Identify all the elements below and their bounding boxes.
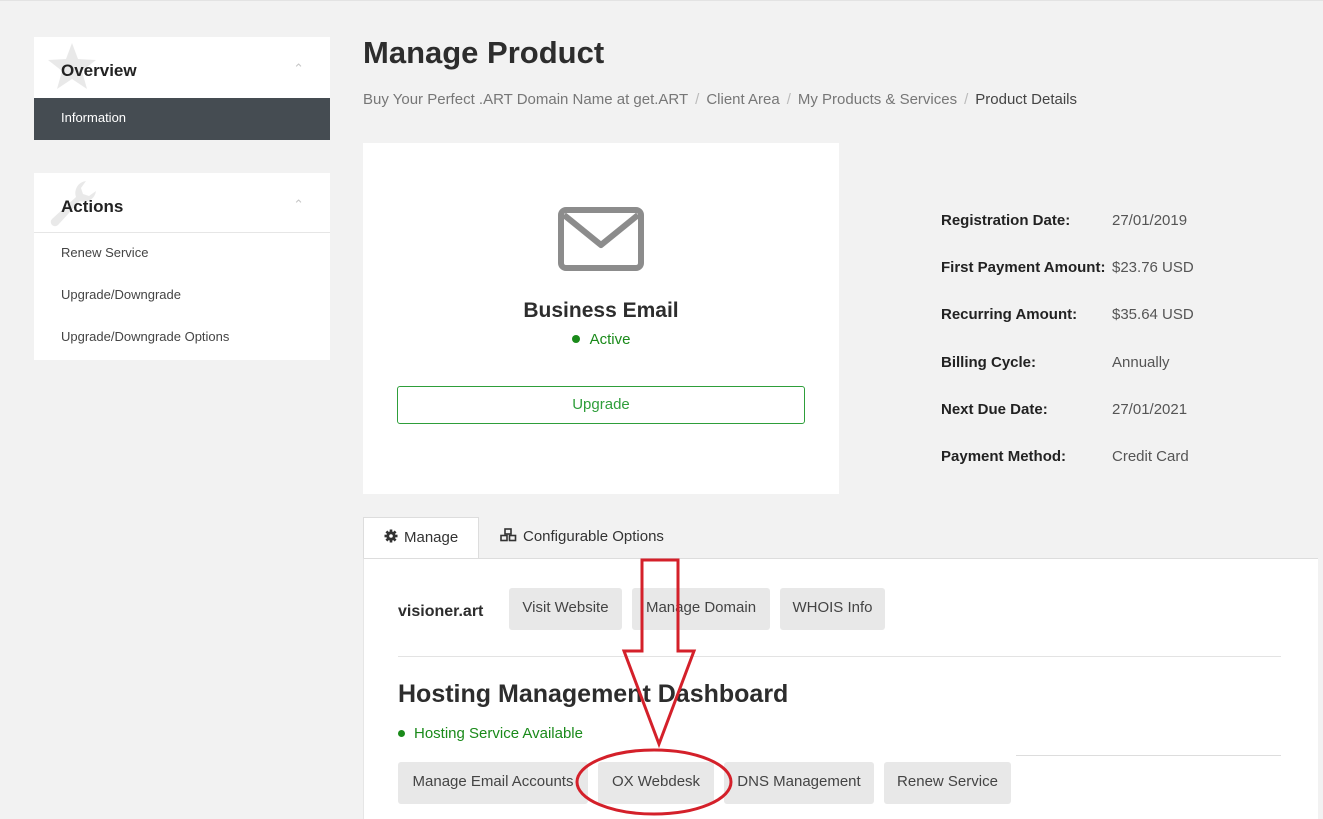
breadcrumb-separator: / [695, 91, 700, 108]
sidebar-item-information[interactable]: Information [34, 98, 330, 140]
upgrade-button[interactable]: Upgrade [397, 386, 805, 424]
tab-manage[interactable]: Manage [363, 517, 479, 559]
dashboard-title: Hosting Management Dashboard [398, 680, 789, 708]
actions-panel: Actions ⌃ Renew Service Upgrade/Downgrad… [34, 173, 330, 360]
chevron-up-icon[interactable]: ⌃ [293, 61, 304, 77]
breadcrumb-current: Product Details [975, 91, 1077, 108]
detail-value: $23.76 USD [1112, 259, 1194, 277]
detail-row-next-due-date: Next Due Date: 27/01/2021 [941, 401, 1194, 448]
breadcrumb-link-client-area[interactable]: Client Area [706, 91, 779, 108]
detail-label: Next Due Date: [941, 400, 1048, 418]
dns-management-button[interactable]: DNS Management [724, 762, 874, 804]
detail-value: Annually [1112, 353, 1170, 371]
sidebar-item-upgrade-downgrade-options[interactable]: Upgrade/Downgrade Options [34, 317, 330, 359]
actions-header[interactable]: Actions ⌃ [34, 173, 330, 233]
status-dot [571, 335, 580, 343]
detail-label: Billing Cycle: [941, 353, 1037, 371]
overview-header[interactable]: Overview ⌃ [34, 37, 330, 97]
whois-info-button[interactable]: WHOIS Info [780, 588, 885, 630]
sidebar-item-renew-service[interactable]: Renew Service [34, 233, 330, 275]
breadcrumb-link-home[interactable]: Buy Your Perfect .ART Domain Name at get… [363, 91, 688, 108]
manage-email-accounts-button[interactable]: Manage Email Accounts [398, 762, 588, 804]
detail-row-first-payment: First Payment Amount: $23.76 USD [941, 259, 1194, 306]
breadcrumb-link-products[interactable]: My Products & Services [798, 91, 957, 108]
ox-webdesk-button[interactable]: OX Webdesk [598, 762, 714, 804]
overview-panel: Overview ⌃ Information [34, 37, 330, 140]
detail-label: Recurring Amount: [941, 306, 1078, 324]
cubes-icon [500, 528, 517, 542]
section-divider [398, 656, 1281, 657]
detail-row-billing-cycle: Billing Cycle: Annually [941, 354, 1194, 401]
domain-name: visioner.art [398, 603, 484, 620]
tab-configurable-options-label: Configurable Options [523, 528, 664, 545]
gear-icon [384, 529, 398, 543]
detail-label: Registration Date: [941, 212, 1071, 229]
detail-value: 27/01/2021 [1112, 400, 1188, 418]
renew-service-button[interactable]: Renew Service [884, 762, 1011, 804]
page-title: Manage Product [363, 35, 605, 70]
product-details: Registration Date: 27/01/2019 First Payme… [941, 212, 1194, 495]
product-card: Business Email Active Upgrade [363, 143, 839, 494]
breadcrumb-separator: / [786, 91, 791, 108]
detail-row-payment-method: Payment Method: Credit Card [941, 448, 1194, 495]
hosting-status: Hosting Service Available [398, 725, 583, 742]
status-text: Active [589, 331, 631, 348]
visit-website-button[interactable]: Visit Website [509, 588, 622, 630]
chevron-up-icon[interactable]: ⌃ [293, 197, 304, 213]
section-divider [1016, 755, 1281, 756]
detail-value: Credit Card [1112, 447, 1189, 465]
status-dot [398, 730, 405, 737]
detail-row-registration-date: Registration Date: 27/01/2019 [941, 212, 1194, 259]
detail-label: First Payment Amount: [941, 259, 1106, 277]
actions-title: Actions [61, 197, 124, 216]
sidebar-item-upgrade-downgrade[interactable]: Upgrade/Downgrade [34, 275, 330, 317]
product-name: Business Email [523, 299, 679, 322]
top-border [0, 0, 1323, 1]
breadcrumb-separator: / [964, 91, 969, 108]
detail-label: Payment Method: [941, 447, 1067, 465]
detail-row-recurring-amount: Recurring Amount: $35.64 USD [941, 306, 1194, 353]
overview-title: Overview [61, 61, 137, 80]
breadcrumb: Buy Your Perfect .ART Domain Name at get… [363, 91, 1077, 108]
tab-manage-label: Manage [404, 529, 459, 546]
envelope-icon [558, 207, 644, 271]
detail-value: $35.64 USD [1112, 306, 1194, 324]
hosting-status-text: Hosting Service Available [414, 725, 583, 742]
detail-value: 27/01/2019 [1112, 212, 1188, 229]
tab-configurable-options[interactable]: Configurable Options [500, 517, 664, 559]
product-status: Active [363, 331, 839, 348]
manage-domain-button[interactable]: Manage Domain [632, 588, 770, 630]
